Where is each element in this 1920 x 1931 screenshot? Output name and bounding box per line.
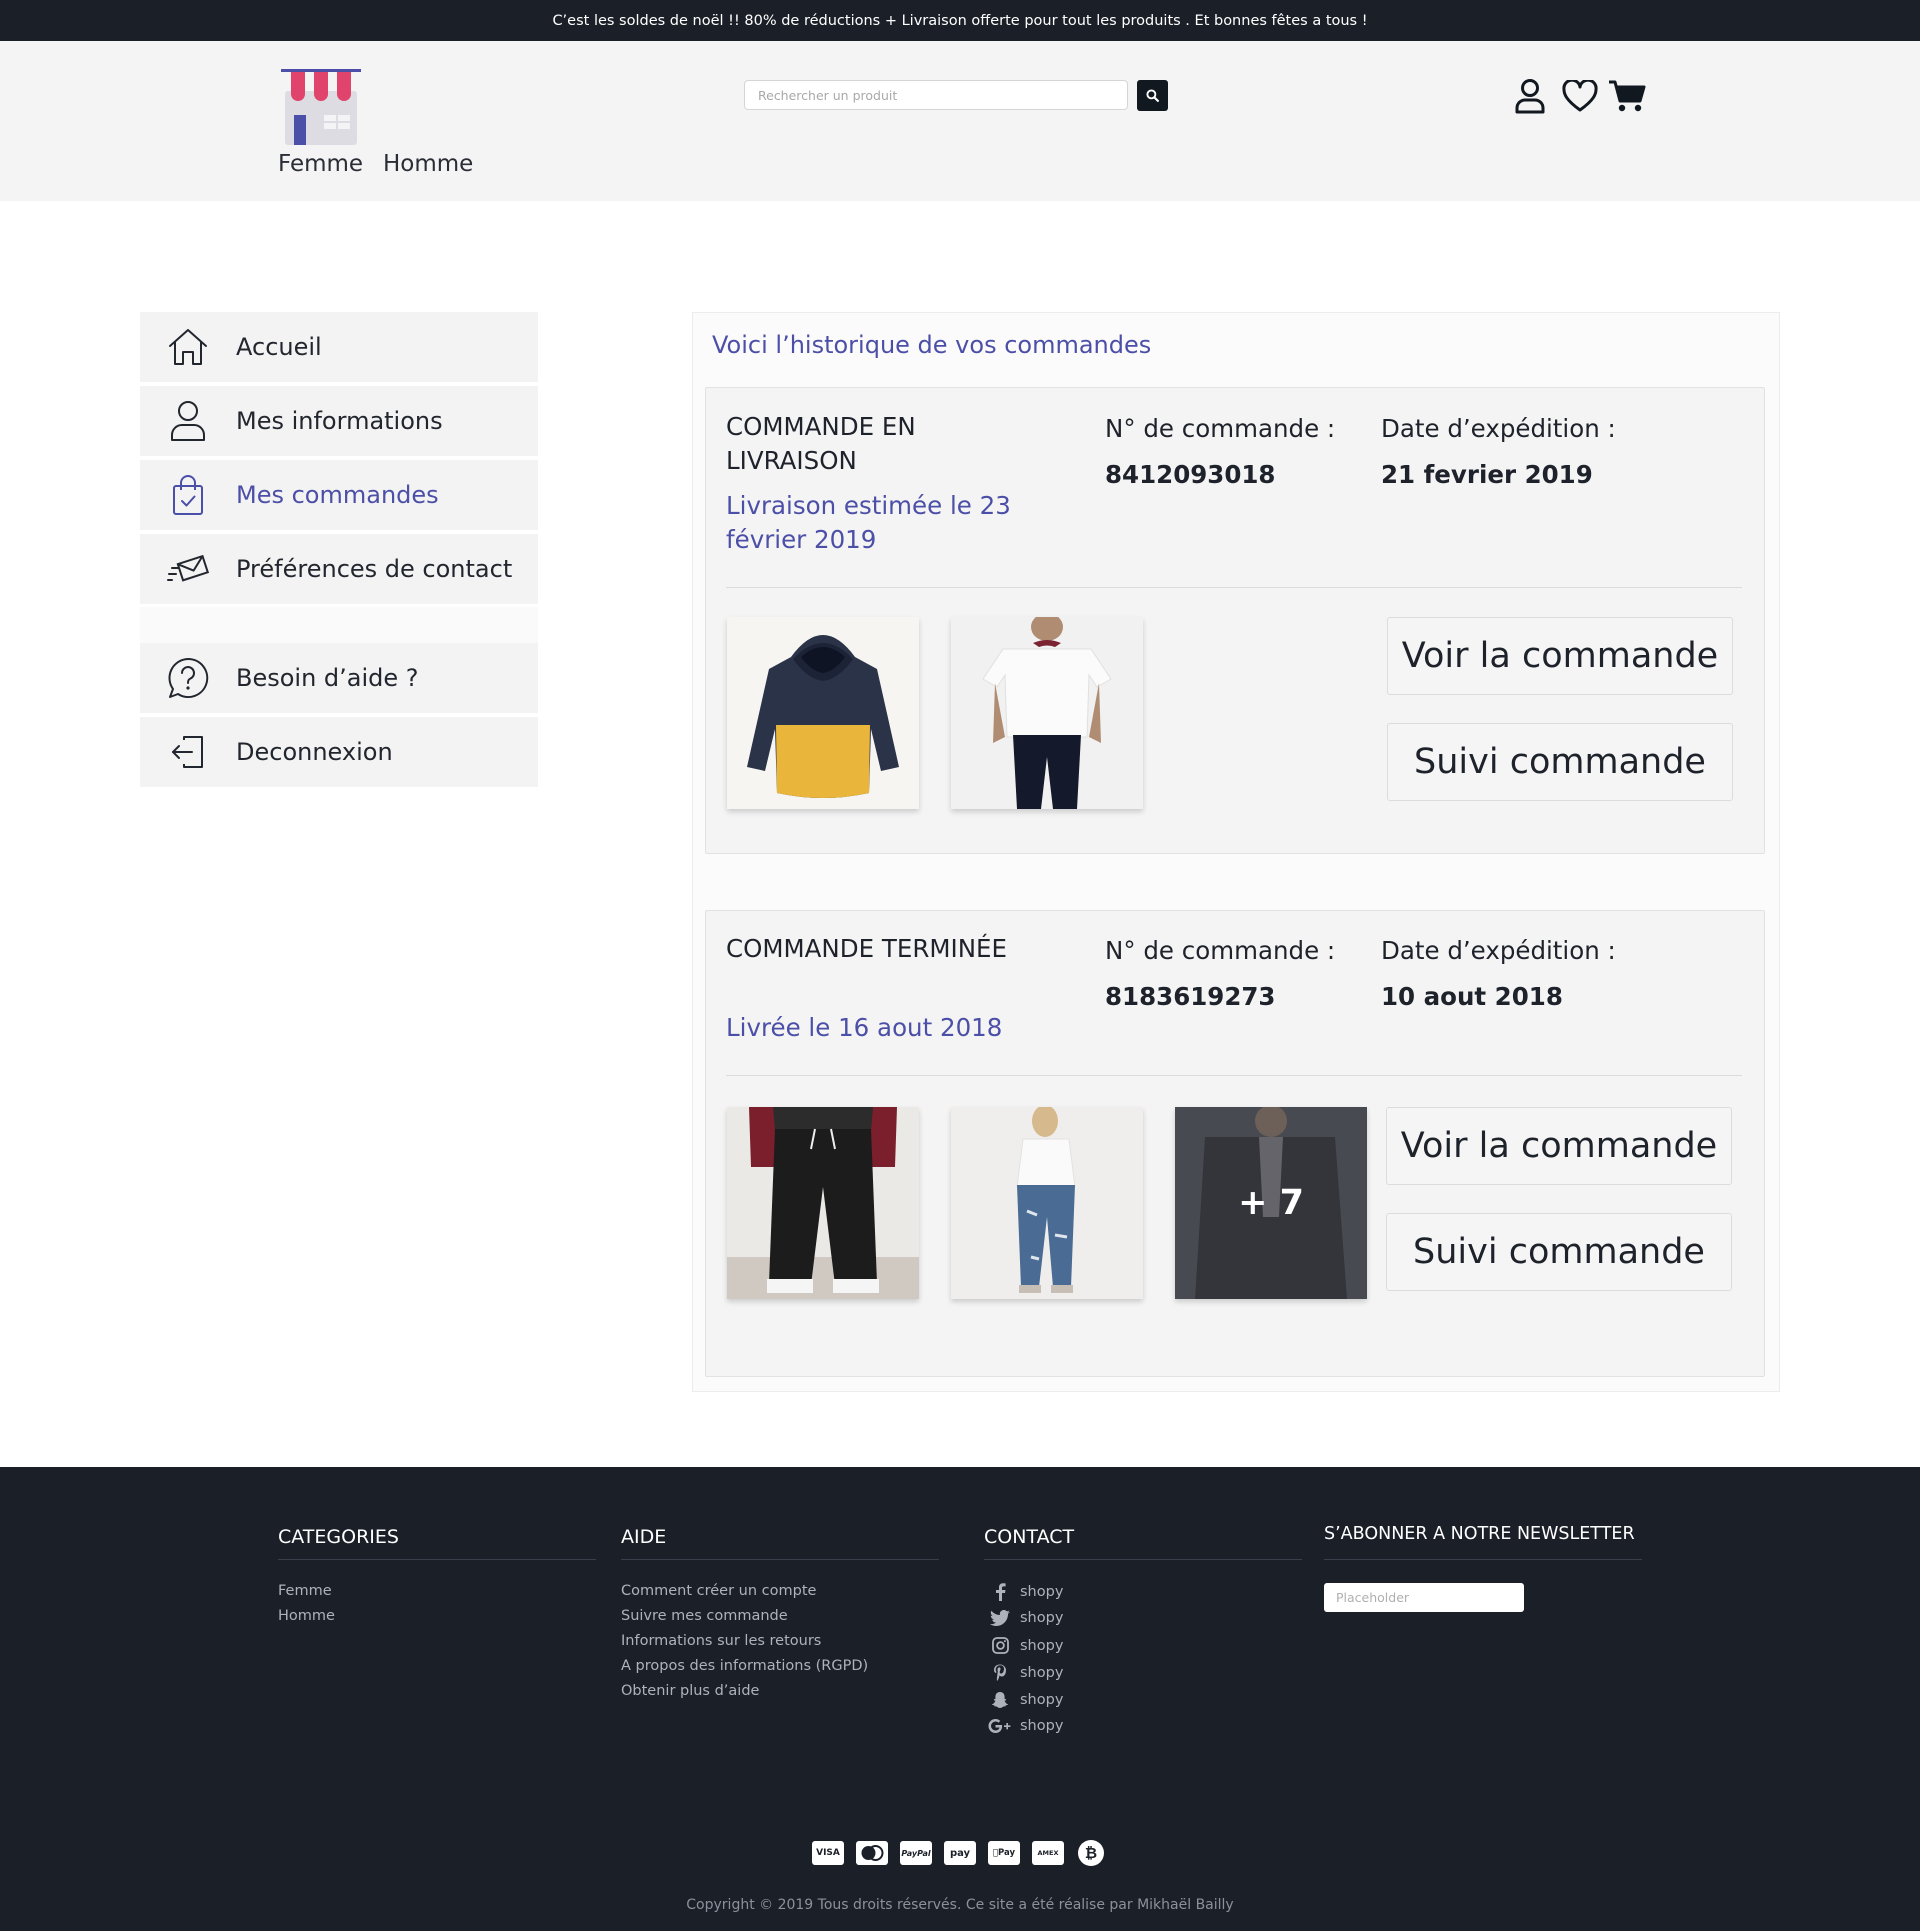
user-icon[interactable] — [1514, 78, 1546, 114]
sidebar-item-label: Préférences de contact — [236, 555, 513, 583]
social-twitter[interactable]: shopy — [988, 1610, 1063, 1626]
visa-icon: VISA — [812, 1841, 844, 1865]
home-icon — [169, 329, 207, 365]
product-thumbnail-more[interactable]: + 7 — [1175, 1107, 1367, 1299]
social-google-plus[interactable]: shopy — [988, 1718, 1063, 1734]
twitter-icon — [990, 1610, 1010, 1626]
heart-icon[interactable] — [1562, 80, 1598, 113]
footer-divider — [621, 1559, 939, 1560]
order-card: COMMANDE TERMINÉE Livrée le 16 aout 2018… — [705, 910, 1765, 1377]
instagram-icon — [991, 1637, 1009, 1654]
pinterest-icon — [994, 1664, 1006, 1681]
hoodie-image — [747, 635, 899, 798]
bitcoin-icon: ₿ — [1078, 1840, 1104, 1866]
search-button[interactable] — [1137, 80, 1168, 111]
track-order-button[interactable]: Suivi commande — [1386, 1213, 1732, 1291]
more-items-count: + 7 — [1238, 1183, 1304, 1223]
sidebar-item-label: Mes informations — [236, 407, 443, 435]
footer-link[interactable]: Femme — [278, 1583, 332, 1599]
footer-link[interactable]: Comment créer un compte — [621, 1583, 816, 1599]
order-number-label: N° de commande : — [1105, 936, 1336, 965]
order-status: COMMANDE EN LIVRAISON — [726, 412, 916, 475]
cart-icon[interactable] — [1608, 79, 1646, 113]
footer-divider — [1324, 1559, 1642, 1560]
snapchat-icon — [991, 1692, 1009, 1708]
page-title: Voici l’historique de vos commandes — [712, 331, 1152, 359]
ship-date-label: Date d’expédition : — [1381, 414, 1616, 443]
sidebar-item-aide[interactable]: Besoin d’aide ? — [140, 643, 538, 713]
footer-link[interactable]: Obtenir plus d’aide — [621, 1683, 759, 1699]
order-status: COMMANDE TERMINÉE — [726, 934, 1008, 963]
tshirt-image — [982, 617, 1112, 809]
view-order-button[interactable]: Voir la commande — [1387, 617, 1733, 695]
sidebar-item-informations[interactable]: Mes informations — [140, 386, 538, 456]
sidebar-separator — [140, 607, 538, 643]
amex-icon: AMEX — [1032, 1841, 1064, 1865]
ship-date: 21 fevrier 2019 — [1381, 460, 1593, 489]
track-order-button[interactable]: Suivi commande — [1387, 723, 1733, 801]
sidebar-item-label: Besoin d’aide ? — [236, 664, 419, 692]
mastercard-icon — [856, 1841, 888, 1865]
copyright: Copyright © 2019 Tous droits réservés. C… — [686, 1897, 1234, 1913]
jeans-image — [1016, 1107, 1076, 1293]
sidebar-item-accueil[interactable]: Accueil — [140, 312, 538, 382]
google-plus-icon — [988, 1719, 1011, 1733]
nav-femme[interactable]: Femme — [278, 151, 363, 177]
sidebar-item-commandes[interactable]: Mes commandes — [140, 460, 538, 530]
product-thumbnail[interactable] — [727, 1107, 919, 1299]
newsletter-email-input[interactable] — [1324, 1583, 1524, 1612]
apple-pay-icon: Pay — [988, 1841, 1020, 1865]
ship-date: 10 aout 2018 — [1381, 982, 1563, 1011]
joggers-image — [727, 1107, 919, 1299]
order-divider — [726, 1075, 1742, 1076]
order-divider — [726, 587, 1742, 588]
footer-link[interactable]: Suivre mes commande — [621, 1608, 788, 1624]
sidebar-item-label: Accueil — [236, 333, 322, 361]
footer-link[interactable]: Homme — [278, 1608, 335, 1624]
footer-aide-title: AIDE — [621, 1526, 667, 1548]
social-snapchat[interactable]: shopy — [988, 1691, 1063, 1709]
order-number: 8412093018 — [1105, 460, 1276, 489]
footer-contact-title: CONTACT — [984, 1526, 1075, 1548]
promo-banner-text: C’est les soldes de noël !! 80% de réduc… — [552, 12, 1368, 29]
social-facebook[interactable]: shopy — [988, 1583, 1063, 1601]
footer-divider — [278, 1559, 596, 1560]
sidebar-item-preferences[interactable]: Préférences de contact — [140, 534, 538, 604]
footer-link[interactable]: Informations sur les retours — [621, 1633, 821, 1649]
view-order-button[interactable]: Voir la commande — [1386, 1107, 1732, 1185]
shopping-bag-icon — [173, 475, 203, 515]
amazon-pay-icon: pay — [944, 1841, 976, 1865]
social-instagram[interactable]: shopy — [988, 1637, 1063, 1654]
envelope-icon — [167, 554, 210, 582]
shop-logo[interactable] — [278, 67, 364, 147]
search-icon — [1146, 89, 1159, 102]
order-delivery-estimate: Livraison estimée le 23 février 2019 — [726, 491, 1011, 554]
order-delivered-date: Livrée le 16 aout 2018 — [726, 1013, 1003, 1042]
sidebar-item-label: Mes commandes — [236, 481, 439, 509]
promo-banner: C’est les soldes de noël !! 80% de réduc… — [0, 0, 1920, 41]
product-thumbnail[interactable] — [951, 1107, 1143, 1299]
newsletter-title: S’ABONNER A NOTRE NEWSLETTER — [1324, 1524, 1635, 1544]
product-thumbnail[interactable] — [951, 617, 1143, 809]
help-bubble-icon — [168, 657, 209, 698]
nav-homme[interactable]: Homme — [383, 151, 473, 177]
order-number-label: N° de commande : — [1105, 414, 1336, 443]
social-pinterest[interactable]: shopy — [988, 1664, 1063, 1682]
user-icon — [171, 401, 205, 441]
facebook-icon — [996, 1583, 1006, 1601]
ship-date-label: Date d’expédition : — [1381, 936, 1616, 965]
logout-icon — [172, 736, 203, 768]
order-card: COMMANDE EN LIVRAISON Livraison estimée … — [705, 387, 1765, 854]
footer-link[interactable]: A propos des informations (RGPD) — [621, 1658, 868, 1674]
site-header: Femme Homme — [0, 41, 1920, 201]
product-thumbnail[interactable] — [727, 617, 919, 809]
search-input[interactable] — [744, 80, 1128, 110]
footer-divider — [984, 1559, 1302, 1560]
order-number: 8183619273 — [1105, 982, 1276, 1011]
sidebar-item-deconnexion[interactable]: Deconnexion — [140, 717, 538, 787]
paypal-icon: PayPal — [900, 1841, 932, 1865]
footer-categories-title: CATEGORIES — [278, 1526, 399, 1548]
sidebar-item-label: Deconnexion — [236, 738, 393, 766]
